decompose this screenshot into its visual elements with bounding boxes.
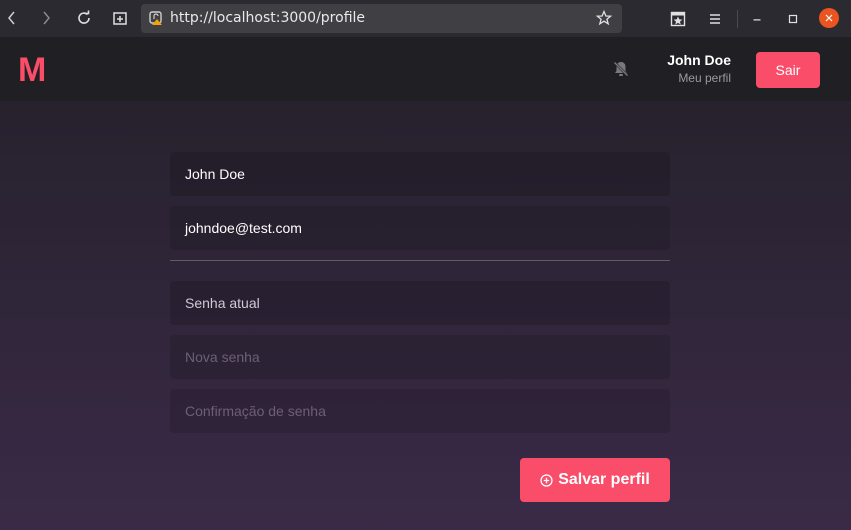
profile-block: John Doe Meu perfil [667,52,731,85]
save-profile-label: Salvar perfil [558,471,650,488]
hamburger-menu-icon[interactable] [705,9,725,29]
extension-icon[interactable] [668,9,688,29]
browser-toolbar: http://localhost:3000/profile [0,0,851,37]
profile-page: John Doe johndoe@test.com Senha atual No… [0,101,851,530]
minimize-icon[interactable] [747,9,767,29]
chevron-right-icon[interactable] [34,6,58,30]
app-header: M John Doe Meu perfil Sair [0,37,851,101]
logout-button[interactable]: Sair [756,52,820,88]
toolbar-divider [737,10,738,28]
user-name: John Doe [667,52,731,68]
confirm-password-field[interactable]: Confirmação de senha [170,389,670,433]
profile-link[interactable]: Meu perfil [667,71,731,85]
url-text[interactable]: http://localhost:3000/profile [170,10,365,26]
address-bar[interactable]: http://localhost:3000/profile [141,4,622,33]
save-profile-button[interactable]: Salvar perfil [520,458,670,502]
bell-off-icon[interactable] [612,60,630,78]
new-tab-icon[interactable] [108,6,132,30]
form-divider [170,260,670,261]
profile-form: John Doe johndoe@test.com Senha atual No… [170,152,670,502]
star-icon[interactable] [595,9,613,26]
maximize-icon[interactable] [783,9,803,29]
email-field[interactable]: johndoe@test.com [170,206,670,250]
new-password-field[interactable]: Nova senha [170,335,670,379]
chevron-left-icon[interactable] [0,6,24,30]
plus-circle-icon [540,473,553,487]
insecure-lock-icon[interactable] [149,11,163,25]
close-icon[interactable] [819,8,839,28]
app-logo[interactable]: M [18,52,46,88]
current-password-field[interactable]: Senha atual [170,281,670,325]
reload-icon[interactable] [72,6,96,30]
name-field[interactable]: John Doe [170,152,670,196]
